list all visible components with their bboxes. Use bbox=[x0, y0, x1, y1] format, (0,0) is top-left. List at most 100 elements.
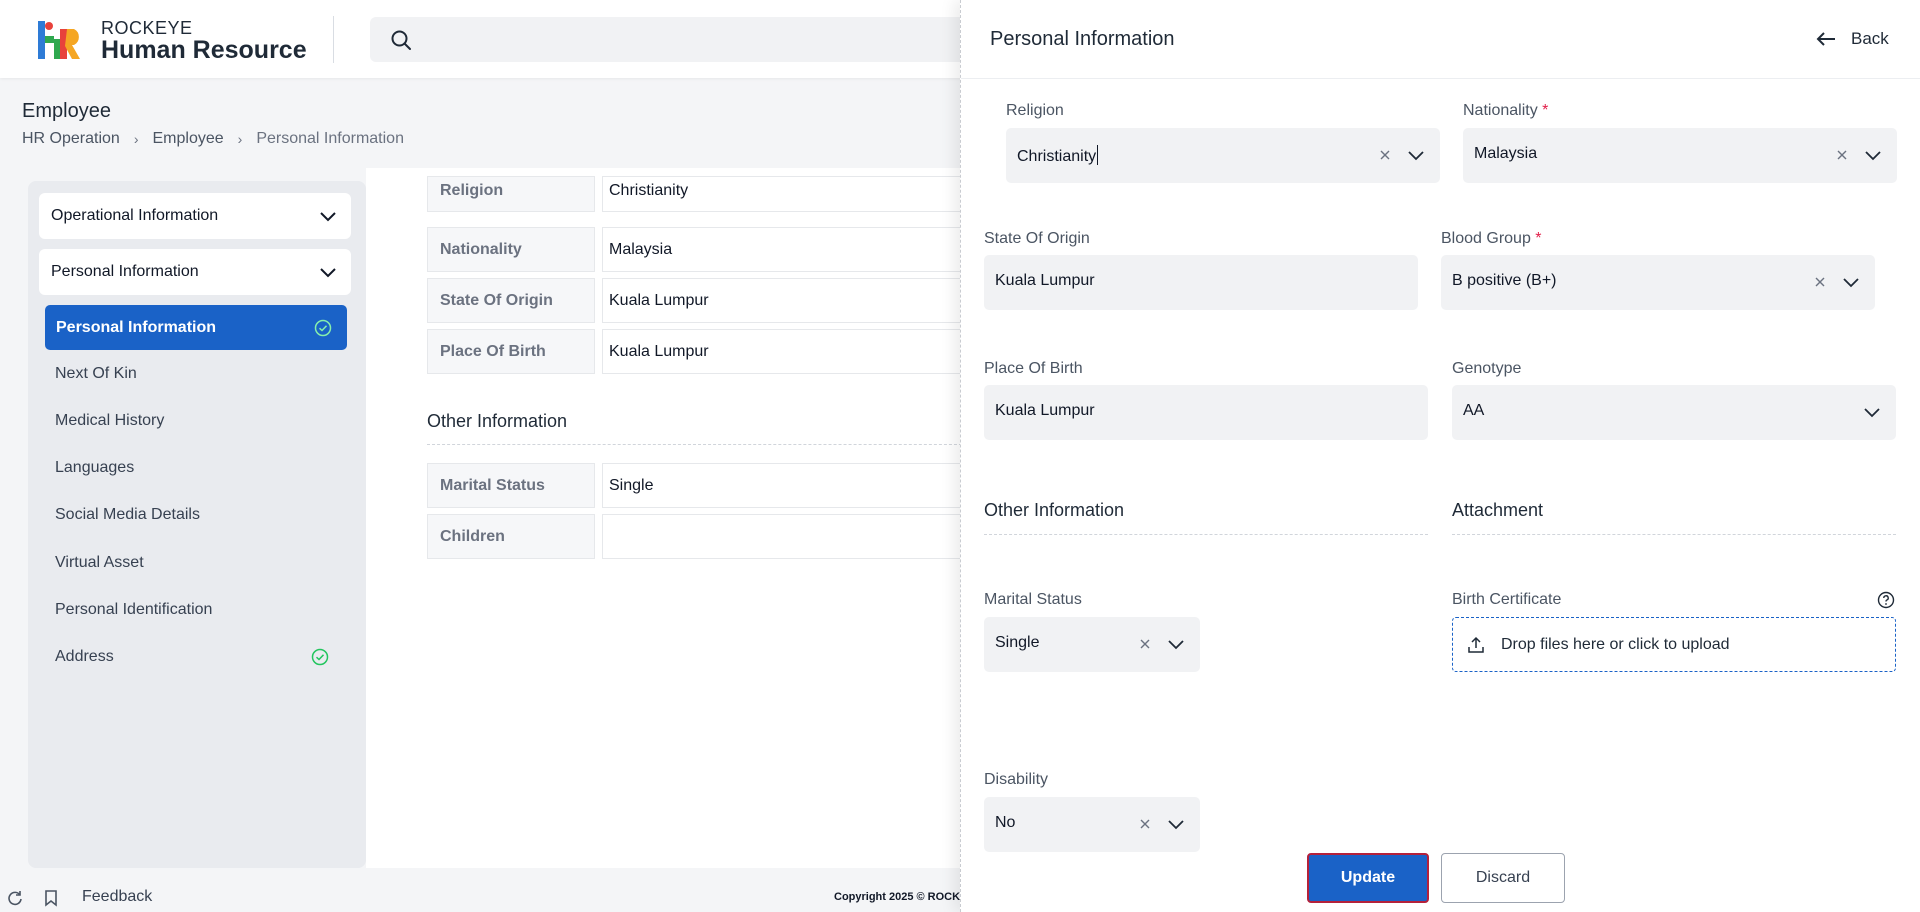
sidebar-item-social-media-details[interactable]: Social Media Details bbox=[55, 500, 345, 530]
sidebar-item-address[interactable]: Address bbox=[55, 642, 345, 672]
chevron-down-icon[interactable] bbox=[1841, 272, 1861, 292]
check-circle-icon bbox=[314, 319, 332, 336]
upload-icon bbox=[1468, 636, 1484, 653]
sidebar-item-label: Social Media Details bbox=[55, 506, 200, 523]
label-text: Blood Group bbox=[1441, 230, 1531, 247]
update-button[interactable]: Update bbox=[1307, 853, 1429, 903]
chevron-right-icon: › bbox=[237, 131, 243, 147]
genotype-label: Genotype bbox=[1452, 360, 1522, 377]
sidebar-item-label: Medical History bbox=[55, 412, 165, 429]
breadcrumb: HR Operation › Employee › Personal Infor… bbox=[22, 130, 404, 148]
company-logo bbox=[38, 21, 80, 59]
accordion-label: Personal Information bbox=[51, 263, 199, 280]
marital-status-value: Single bbox=[995, 634, 1040, 651]
other-information-heading: Other Information bbox=[427, 411, 568, 431]
detail-label: State Of Origin bbox=[427, 278, 595, 323]
back-button[interactable]: Back bbox=[1815, 29, 1889, 49]
clear-icon[interactable] bbox=[1378, 148, 1392, 162]
sidebar-item-personal-information[interactable]: Personal Information bbox=[45, 305, 347, 350]
nationality-value: Malaysia bbox=[1474, 145, 1538, 162]
divider bbox=[984, 534, 1428, 535]
text-cursor bbox=[1097, 145, 1099, 165]
back-label: Back bbox=[1851, 29, 1889, 48]
marital-status-select[interactable]: Single bbox=[984, 617, 1200, 672]
religion-label: Religion bbox=[1006, 102, 1064, 119]
detail-label: Religion bbox=[427, 176, 595, 212]
check-circle-icon bbox=[311, 648, 329, 666]
sidebar-item-languages[interactable]: Languages bbox=[55, 453, 345, 483]
feedback-link[interactable]: Feedback bbox=[82, 888, 152, 906]
drawer-header: Personal Information Back bbox=[961, 0, 1920, 79]
state-of-origin-label: State Of Origin bbox=[984, 230, 1090, 247]
detail-value: Christianity bbox=[602, 176, 1022, 212]
clear-icon[interactable] bbox=[1138, 637, 1152, 651]
detail-label: Children bbox=[427, 514, 595, 559]
section-nav-panel: Operational Information Personal Informa… bbox=[28, 181, 366, 868]
help-icon[interactable] bbox=[1877, 591, 1895, 609]
blood-group-select[interactable]: B positive (B+) bbox=[1441, 255, 1875, 310]
chevron-down-icon[interactable] bbox=[1862, 402, 1882, 422]
clear-icon[interactable] bbox=[1835, 148, 1849, 162]
personal-information-drawer: Personal Information Back Religion Chris… bbox=[960, 0, 1920, 912]
sidebar-item-label: Languages bbox=[55, 459, 135, 476]
blood-group-label: Blood Group * bbox=[1441, 230, 1542, 248]
other-information-heading: Other Information bbox=[984, 500, 1125, 520]
marital-status-label: Marital Status bbox=[984, 591, 1082, 608]
genotype-value: AA bbox=[1463, 402, 1485, 419]
disability-select[interactable]: No bbox=[984, 797, 1200, 852]
chevron-down-icon bbox=[320, 212, 336, 222]
place-of-birth-input[interactable]: Kuala Lumpur bbox=[984, 385, 1428, 440]
chevron-right-icon: › bbox=[133, 131, 139, 147]
place-of-birth-value: Kuala Lumpur bbox=[995, 402, 1095, 419]
clear-icon[interactable] bbox=[1138, 817, 1152, 831]
state-of-origin-value: Kuala Lumpur bbox=[995, 272, 1095, 289]
birth-certificate-upload[interactable]: Drop files here or click to upload bbox=[1452, 617, 1896, 672]
chevron-down-icon[interactable] bbox=[1863, 145, 1883, 165]
sidebar-item-medical-history[interactable]: Medical History bbox=[55, 406, 345, 436]
drawer-title: Personal Information bbox=[990, 28, 1175, 50]
detail-value: Kuala Lumpur bbox=[602, 329, 1022, 374]
breadcrumb-employee[interactable]: Employee bbox=[153, 130, 224, 148]
refresh-icon[interactable] bbox=[6, 889, 24, 907]
nationality-label: Nationality * bbox=[1463, 102, 1548, 120]
upload-text: Drop files here or click to upload bbox=[1501, 635, 1730, 653]
search-icon bbox=[391, 30, 411, 50]
accordion-operational-information[interactable]: Operational Information bbox=[39, 193, 351, 239]
label-text: Nationality bbox=[1463, 102, 1538, 119]
sidebar-item-label: Virtual Asset bbox=[55, 554, 144, 571]
chevron-down-icon[interactable] bbox=[1406, 145, 1426, 165]
sidebar-item-label: Next Of Kin bbox=[55, 365, 137, 382]
detail-value: Malaysia bbox=[602, 227, 1022, 272]
genotype-select[interactable]: AA bbox=[1452, 385, 1896, 440]
chevron-down-icon[interactable] bbox=[1166, 814, 1186, 834]
divider bbox=[333, 16, 334, 63]
brand-name: Human Resource bbox=[101, 36, 307, 64]
accordion-personal-information[interactable]: Personal Information bbox=[39, 249, 351, 295]
sidebar-item-virtual-asset[interactable]: Virtual Asset bbox=[55, 548, 345, 578]
nationality-select[interactable]: Malaysia bbox=[1463, 128, 1897, 183]
sidebar-item-next-of-kin[interactable]: Next Of Kin bbox=[55, 359, 345, 389]
sidebar-item-label: Personal Identification bbox=[55, 601, 213, 618]
bookmark-icon[interactable] bbox=[42, 889, 60, 907]
breadcrumb-current: Personal Information bbox=[256, 130, 404, 147]
birth-certificate-label: Birth Certificate bbox=[1452, 591, 1562, 608]
chevron-down-icon[interactable] bbox=[1166, 634, 1186, 654]
disability-label: Disability bbox=[984, 771, 1049, 788]
religion-select[interactable]: Christianity bbox=[1006, 128, 1440, 183]
detail-value: Kuala Lumpur bbox=[602, 278, 1022, 323]
clear-icon[interactable] bbox=[1813, 275, 1827, 289]
search-input[interactable] bbox=[370, 17, 1010, 62]
arrow-left-icon bbox=[1816, 32, 1835, 46]
sidebar-item-personal-identification[interactable]: Personal Identification bbox=[55, 595, 345, 625]
state-of-origin-input[interactable]: Kuala Lumpur bbox=[984, 255, 1418, 310]
page-title: Employee bbox=[22, 100, 111, 122]
required-mark: * bbox=[1542, 102, 1549, 119]
divider bbox=[427, 444, 967, 445]
accordion-label: Operational Information bbox=[51, 207, 219, 224]
breadcrumb-hr-operation[interactable]: HR Operation bbox=[22, 130, 120, 148]
discard-button[interactable]: Discard bbox=[1441, 853, 1565, 903]
detail-value bbox=[602, 514, 1022, 559]
divider bbox=[1452, 534, 1896, 535]
details-card: Religion Christianity Nationality Malays… bbox=[366, 168, 1022, 868]
attachment-heading: Attachment bbox=[1452, 500, 1544, 520]
